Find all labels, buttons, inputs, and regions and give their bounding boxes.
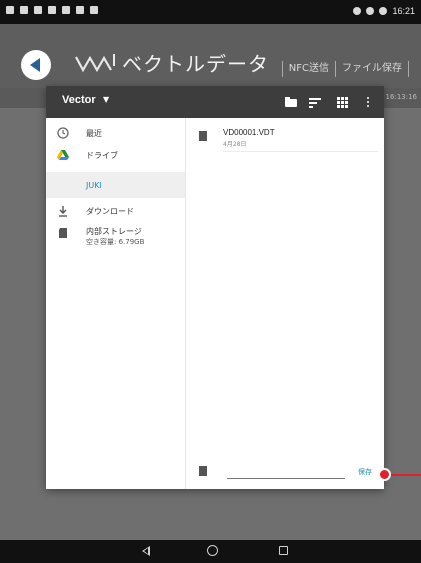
- callout-marker: [378, 468, 391, 481]
- status-time: 16:21: [392, 6, 415, 16]
- sort-icon[interactable]: [308, 95, 322, 109]
- screenshot-icon: [20, 6, 28, 14]
- app-title: ベクトルデータ: [122, 52, 269, 76]
- battery-icon: [379, 7, 388, 15]
- file-save-button[interactable]: ファイル保存: [335, 61, 409, 77]
- sidebar-item-label: JUKI: [86, 180, 102, 190]
- sd-card-icon: [59, 228, 67, 238]
- download-icon: [59, 206, 67, 217]
- file-list-pane: VD00001.VDT 4月28日 保存: [187, 118, 384, 489]
- roots-sidebar: 最近 ドライブ JUKI ダウンロード 内部ストレージ 空き容量: 6.79GB: [46, 118, 186, 489]
- overflow-menu-icon[interactable]: [361, 95, 375, 109]
- status-bar: 16:21: [0, 0, 421, 24]
- location-icon: [353, 7, 362, 15]
- dialog-title[interactable]: Vector: [62, 94, 96, 106]
- header-actions: NFC送信 ファイル保存: [281, 61, 409, 77]
- grid-view-icon[interactable]: [336, 95, 350, 109]
- file-row[interactable]: VD00001.VDT 4月28日: [187, 122, 384, 152]
- document-icon: [199, 131, 207, 141]
- app-header: ベクトルデータ NFC送信 ファイル保存: [0, 24, 421, 88]
- sidebar-item-juki[interactable]: JUKI: [46, 172, 185, 198]
- sidebar-item-label: ダウンロード: [86, 206, 134, 216]
- nav-home-icon[interactable]: [207, 545, 218, 556]
- sidebar-item-label: ドライブ: [86, 150, 118, 160]
- back-arrow-icon: [29, 58, 40, 72]
- storage-free-space: 空き容量: 6.79GB: [86, 238, 145, 246]
- wrench-icon: [6, 6, 14, 14]
- sidebar-item-internal-storage[interactable]: 内部ストレージ 空き容量: 6.79GB: [46, 220, 185, 252]
- drive-icon: [57, 150, 69, 160]
- filename-bar: 保存: [187, 458, 384, 486]
- file-picker-dialog: Vector ▼ 最近 ドライブ JUKI ダウンロード 内部ストレージ 空き容…: [46, 86, 384, 489]
- close-small-icon: [34, 6, 42, 14]
- sidebar-item-label: 最近: [86, 128, 102, 138]
- sidebar-item-drive[interactable]: ドライブ: [46, 142, 185, 168]
- app-notification-icon-3: [90, 6, 98, 14]
- dropdown-caret-icon[interactable]: ▼: [103, 95, 109, 104]
- notification-icons: [6, 6, 98, 14]
- nav-back-icon[interactable]: [142, 546, 150, 556]
- clock-icon: [57, 127, 69, 139]
- file-name: VD00001.VDT: [223, 128, 275, 137]
- subbar-time: 16:13:16: [385, 93, 417, 101]
- app-notification-icon: [62, 6, 70, 14]
- back-button[interactable]: [21, 50, 51, 80]
- wifi-icon: [366, 7, 375, 15]
- sidebar-item-label: 内部ストレージ: [86, 227, 142, 236]
- new-folder-icon[interactable]: [284, 95, 298, 109]
- filename-input[interactable]: [227, 478, 345, 479]
- divider: [223, 151, 378, 152]
- navigation-bar: [0, 540, 421, 563]
- nav-recents-icon[interactable]: [279, 546, 288, 555]
- notification-icon: [48, 6, 56, 14]
- file-date: 4月28日: [223, 141, 247, 148]
- save-button[interactable]: 保存: [358, 467, 372, 477]
- app-notification-icon-2: [76, 6, 84, 14]
- dialog-toolbar: Vector ▼: [46, 86, 384, 118]
- nfc-send-button[interactable]: NFC送信: [281, 61, 335, 77]
- document-icon: [199, 466, 207, 476]
- vw-logo-icon: [75, 54, 115, 73]
- system-icons: 16:21: [353, 6, 415, 16]
